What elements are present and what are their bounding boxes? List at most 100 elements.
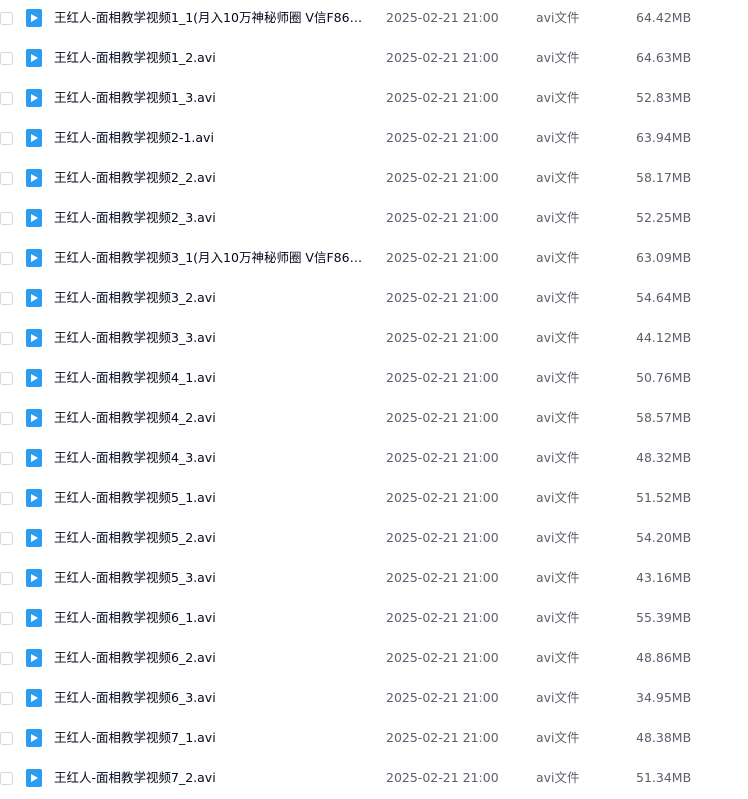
file-row[interactable]: 王红人-面相教学视频5_2.avi 2025-02-21 21:00 avi文件… xyxy=(0,520,748,560)
file-name[interactable]: 王红人-面相教学视频5_3.avi xyxy=(54,569,369,587)
video-file-icon xyxy=(26,689,42,707)
file-name[interactable]: 王红人-面相教学视频6_2.avi xyxy=(54,649,369,667)
file-row[interactable]: 王红人-面相教学视频3_1(月入10万神秘师圈 V信F86883... 2025… xyxy=(0,240,748,280)
file-name[interactable]: 王红人-面相教学视频1_3.avi xyxy=(54,89,369,107)
video-file-icon xyxy=(26,289,42,307)
file-row[interactable]: 王红人-面相教学视频1_3.avi 2025-02-21 21:00 avi文件… xyxy=(0,80,748,120)
checkbox-icon[interactable] xyxy=(0,452,13,465)
file-size: 54.20MB xyxy=(636,530,692,545)
file-row[interactable]: 王红人-面相教学视频2_2.avi 2025-02-21 21:00 avi文件… xyxy=(0,160,748,200)
file-date: 2025-02-21 21:00 xyxy=(386,770,499,785)
file-name[interactable]: 王红人-面相教学视频2_3.avi xyxy=(54,209,369,227)
checkbox-icon[interactable] xyxy=(0,692,13,705)
file-name[interactable]: 王红人-面相教学视频4_3.avi xyxy=(54,449,369,467)
file-size: 63.94MB xyxy=(636,130,692,145)
checkbox-icon[interactable] xyxy=(0,772,13,785)
file-row[interactable]: 王红人-面相教学视频2_3.avi 2025-02-21 21:00 avi文件… xyxy=(0,200,748,240)
file-type: avi文件 xyxy=(536,370,580,385)
file-name[interactable]: 王红人-面相教学视频6_3.avi xyxy=(54,689,369,707)
file-name[interactable]: 王红人-面相教学视频3_1(月入10万神秘师圈 V信F86883... xyxy=(54,249,369,267)
file-type: avi文件 xyxy=(536,290,580,305)
file-date: 2025-02-21 21:00 xyxy=(386,330,499,345)
file-row[interactable]: 王红人-面相教学视频7_1.avi 2025-02-21 21:00 avi文件… xyxy=(0,720,748,760)
file-name[interactable]: 王红人-面相教学视频4_1.avi xyxy=(54,369,369,387)
checkbox-icon[interactable] xyxy=(0,12,13,25)
file-type: avi文件 xyxy=(536,610,580,625)
file-type: avi文件 xyxy=(536,530,580,545)
file-row[interactable]: 王红人-面相教学视频6_3.avi 2025-02-21 21:00 avi文件… xyxy=(0,680,748,720)
file-row[interactable]: 王红人-面相教学视频7_2.avi 2025-02-21 21:00 avi文件… xyxy=(0,760,748,799)
file-date: 2025-02-21 21:00 xyxy=(386,170,499,185)
file-row[interactable]: 王红人-面相教学视频6_2.avi 2025-02-21 21:00 avi文件… xyxy=(0,640,748,680)
checkbox-icon[interactable] xyxy=(0,132,13,145)
file-size: 55.39MB xyxy=(636,610,692,625)
checkbox-icon[interactable] xyxy=(0,732,13,745)
file-row[interactable]: 王红人-面相教学视频5_3.avi 2025-02-21 21:00 avi文件… xyxy=(0,560,748,600)
file-row[interactable]: 王红人-面相教学视频1_1(月入10万神秘师圈 V信F86883... 2025… xyxy=(0,0,748,40)
file-size: 44.12MB xyxy=(636,330,692,345)
file-name[interactable]: 王红人-面相教学视频5_2.avi xyxy=(54,529,369,547)
file-size: 54.64MB xyxy=(636,290,692,305)
file-row[interactable]: 王红人-面相教学视频6_1.avi 2025-02-21 21:00 avi文件… xyxy=(0,600,748,640)
checkbox-icon[interactable] xyxy=(0,212,13,225)
file-type: avi文件 xyxy=(536,10,580,25)
file-size: 43.16MB xyxy=(636,570,692,585)
file-date: 2025-02-21 21:00 xyxy=(386,50,499,65)
checkbox-icon[interactable] xyxy=(0,372,13,385)
checkbox-icon[interactable] xyxy=(0,652,13,665)
file-row[interactable]: 王红人-面相教学视频3_3.avi 2025-02-21 21:00 avi文件… xyxy=(0,320,748,360)
checkbox-icon[interactable] xyxy=(0,332,13,345)
file-row[interactable]: 王红人-面相教学视频4_1.avi 2025-02-21 21:00 avi文件… xyxy=(0,360,748,400)
file-row[interactable]: 王红人-面相教学视频5_1.avi 2025-02-21 21:00 avi文件… xyxy=(0,480,748,520)
checkbox-icon[interactable] xyxy=(0,92,13,105)
file-name[interactable]: 王红人-面相教学视频6_1.avi xyxy=(54,609,369,627)
video-file-icon xyxy=(26,649,42,667)
file-type: avi文件 xyxy=(536,650,580,665)
checkbox-icon[interactable] xyxy=(0,52,13,65)
file-type: avi文件 xyxy=(536,570,580,585)
file-name[interactable]: 王红人-面相教学视频3_2.avi xyxy=(54,289,369,307)
file-type: avi文件 xyxy=(536,690,580,705)
file-date: 2025-02-21 21:00 xyxy=(386,490,499,505)
file-size: 52.83MB xyxy=(636,90,692,105)
checkbox-icon[interactable] xyxy=(0,292,13,305)
file-row[interactable]: 王红人-面相教学视频4_3.avi 2025-02-21 21:00 avi文件… xyxy=(0,440,748,480)
checkbox-icon[interactable] xyxy=(0,612,13,625)
file-name[interactable]: 王红人-面相教学视频1_1(月入10万神秘师圈 V信F86883... xyxy=(54,9,369,27)
file-type: avi文件 xyxy=(536,770,580,785)
file-size: 64.42MB xyxy=(636,10,692,25)
file-row[interactable]: 王红人-面相教学视频1_2.avi 2025-02-21 21:00 avi文件… xyxy=(0,40,748,80)
video-file-icon xyxy=(26,449,42,467)
file-date: 2025-02-21 21:00 xyxy=(386,610,499,625)
checkbox-icon[interactable] xyxy=(0,252,13,265)
file-name[interactable]: 王红人-面相教学视频4_2.avi xyxy=(54,409,369,427)
checkbox-icon[interactable] xyxy=(0,412,13,425)
video-file-icon xyxy=(26,209,42,227)
video-file-icon xyxy=(26,489,42,507)
video-file-icon xyxy=(26,329,42,347)
file-date: 2025-02-21 21:00 xyxy=(386,730,499,745)
video-file-icon xyxy=(26,769,42,787)
file-size: 58.17MB xyxy=(636,170,692,185)
file-name[interactable]: 王红人-面相教学视频5_1.avi xyxy=(54,489,369,507)
file-name[interactable]: 王红人-面相教学视频1_2.avi xyxy=(54,49,369,67)
checkbox-icon[interactable] xyxy=(0,532,13,545)
file-name[interactable]: 王红人-面相教学视频2-1.avi xyxy=(54,129,369,147)
file-date: 2025-02-21 21:00 xyxy=(386,450,499,465)
file-row[interactable]: 王红人-面相教学视频3_2.avi 2025-02-21 21:00 avi文件… xyxy=(0,280,748,320)
checkbox-icon[interactable] xyxy=(0,172,13,185)
video-file-icon xyxy=(26,49,42,67)
checkbox-icon[interactable] xyxy=(0,572,13,585)
file-row[interactable]: 王红人-面相教学视频2-1.avi 2025-02-21 21:00 avi文件… xyxy=(0,120,748,160)
file-type: avi文件 xyxy=(536,90,580,105)
file-name[interactable]: 王红人-面相教学视频2_2.avi xyxy=(54,169,369,187)
file-name[interactable]: 王红人-面相教学视频7_1.avi xyxy=(54,729,369,747)
file-date: 2025-02-21 21:00 xyxy=(386,250,499,265)
file-date: 2025-02-21 21:00 xyxy=(386,530,499,545)
file-name[interactable]: 王红人-面相教学视频7_2.avi xyxy=(54,769,369,787)
file-type: avi文件 xyxy=(536,250,580,265)
file-date: 2025-02-21 21:00 xyxy=(386,290,499,305)
file-row[interactable]: 王红人-面相教学视频4_2.avi 2025-02-21 21:00 avi文件… xyxy=(0,400,748,440)
file-name[interactable]: 王红人-面相教学视频3_3.avi xyxy=(54,329,369,347)
checkbox-icon[interactable] xyxy=(0,492,13,505)
